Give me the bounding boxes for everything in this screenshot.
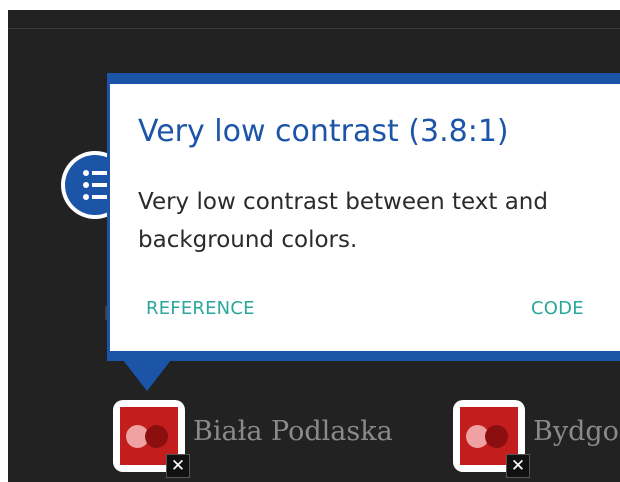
list-icon xyxy=(83,169,107,201)
popup-body: Very low contrast between text and backg… xyxy=(138,189,548,253)
code-link[interactable]: CODE xyxy=(531,298,584,319)
close-icon[interactable]: ✕ xyxy=(506,454,530,478)
close-icon[interactable]: ✕ xyxy=(166,454,190,478)
reference-link[interactable]: REFERENCE xyxy=(146,298,255,319)
top-divider xyxy=(8,28,620,29)
marker-label: Biała Podlaska xyxy=(193,416,393,447)
popup-title: Very low contrast (3.8:1) xyxy=(138,114,509,149)
popup-pointer xyxy=(123,360,171,391)
marker-label: Bydgo xyxy=(533,416,619,447)
map-view: Very low contrast (3.8:1) Very low contr… xyxy=(8,10,620,482)
contrast-warning-popup: Very low contrast (3.8:1) Very low contr… xyxy=(107,73,620,361)
popup-content: Very low contrast (3.8:1) Very low contr… xyxy=(110,84,620,351)
